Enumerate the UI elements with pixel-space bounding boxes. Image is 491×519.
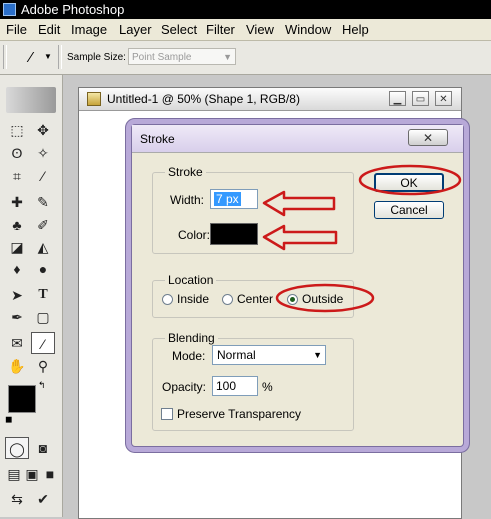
annotation-circle-ok bbox=[358, 164, 462, 196]
annotation-arrow-color bbox=[262, 224, 338, 251]
annotation-circle-outside bbox=[275, 283, 375, 313]
annotation-arrow-width bbox=[262, 190, 336, 217]
tutorial-annotations bbox=[262, 164, 462, 313]
